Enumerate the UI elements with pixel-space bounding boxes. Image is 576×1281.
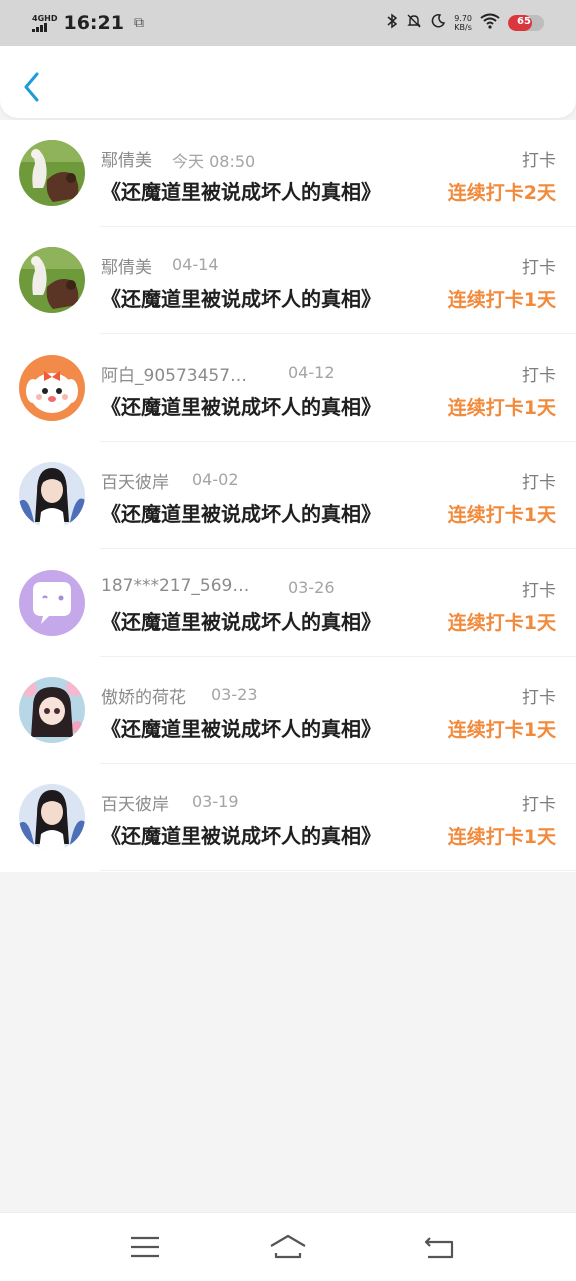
moon-icon <box>430 13 446 33</box>
network-speed: 9.70 KB/s <box>454 14 472 32</box>
user-name[interactable]: 鄢倩美 <box>101 146 152 171</box>
avatar[interactable] <box>19 140 85 206</box>
streak-badge: 连续打卡1天 <box>447 611 556 634</box>
checkin-action-label: 打卡 <box>522 473 556 494</box>
book-title: 《还魔道里被说成坏人的真相》 <box>101 180 381 204</box>
checkin-action-label: 打卡 <box>522 365 556 386</box>
checkin-date: 今天 08:50 <box>172 152 256 171</box>
system-nav-bar <box>0 1212 576 1281</box>
avatar[interactable] <box>19 247 85 314</box>
list-item[interactable]: 187***217_569… 03-26 《还魔道里被说成坏人的真相》 打卡连续打卡1… <box>0 550 576 657</box>
book-title: 《还魔道里被说成坏人的真相》 <box>101 609 381 634</box>
list-item[interactable]: 傲娇的荷花 03-23 《还魔道里被说成坏人的真相》 打卡连续打卡1天 <box>0 657 576 764</box>
user-name[interactable]: 187***217_569… <box>101 576 249 596</box>
user-name[interactable]: 傲娇的荷花 <box>101 683 186 708</box>
checkin-date: 04-02 <box>192 470 239 490</box>
checkin-list: 鄢倩美 今天 08:50 《还魔道里被说成坏人的真相》 打卡 连续打卡2天 鄢倩美 04-1… <box>0 120 576 872</box>
battery-level: 65 <box>517 16 531 27</box>
home-icon[interactable] <box>268 1233 308 1263</box>
book-title: 《还魔道里被说成坏人的真相》 <box>101 717 381 741</box>
checkin-date: 03-26 <box>288 577 335 597</box>
speed-value: 9.70 <box>454 14 472 23</box>
user-name[interactable]: 百天彼岸 <box>101 468 169 493</box>
book-title: 《还魔道里被说成坏人的真相》 <box>101 824 381 849</box>
user-name[interactable]: 鄢倩美 <box>101 253 152 278</box>
checkin-date: 04-14 <box>172 255 219 275</box>
streak-badge: 连续打卡1天 <box>447 289 556 312</box>
wifi-icon <box>480 13 500 33</box>
list-item[interactable]: 鄢倩美 今天 08:50 《还魔道里被说成坏人的真相》 打卡连续打卡2天 <box>0 120 576 227</box>
checkin-action-label: 打卡 <box>522 151 556 171</box>
avatar[interactable] <box>19 784 85 851</box>
user-name[interactable]: 百天彼岸 <box>101 790 169 815</box>
mute-icon <box>406 13 422 33</box>
streak-badge: 连续打卡1天 <box>447 504 556 527</box>
book-title: 《还魔道里被说成坏人的真相》 <box>101 394 381 419</box>
user-name[interactable]: 阿白_90573457… <box>101 361 247 386</box>
checkin-action-label: 打卡 <box>522 258 556 279</box>
speed-unit: KB/s <box>454 23 472 32</box>
list-item[interactable]: 百天彼岸 03-19 《还魔道里被说成坏人的真相》 打卡连续打卡1天 <box>0 764 576 872</box>
signal-indicator: 4GHD <box>32 13 58 32</box>
avatar[interactable] <box>19 462 85 529</box>
streak-badge: 连续打卡2天 <box>447 182 556 204</box>
chevron-left-icon[interactable] <box>22 72 42 102</box>
list-item[interactable]: 鄢倩美 04-14 《还魔道里被说成坏人的真相》 打卡连续打卡1天 <box>0 227 576 335</box>
book-title: 《还魔道里被说成坏人的真相》 <box>101 287 381 312</box>
checkin-date: 04-12 <box>288 362 335 382</box>
list-item[interactable]: 阿白_90573457… 04-12 《还魔道里被说成坏人的真相》 打卡连续打卡1天 <box>0 335 576 442</box>
menu-icon[interactable] <box>125 1233 165 1263</box>
network-type: 4GHD <box>32 13 58 23</box>
top-app-bar <box>0 46 576 118</box>
avatar[interactable] <box>19 677 85 743</box>
streak-badge: 连续打卡1天 <box>447 719 556 741</box>
checkin-date: 03-23 <box>211 685 258 704</box>
back-nav-icon[interactable] <box>420 1233 460 1263</box>
list-item[interactable]: 百天彼岸 04-02 《还魔道里被说成坏人的真相》 打卡连续打卡1天 <box>0 442 576 550</box>
book-title: 《还魔道里被说成坏人的真相》 <box>101 502 381 527</box>
status-bar: 4GHD 16:21 ⧉ 9.70 KB/s 65 <box>0 0 576 46</box>
avatar[interactable] <box>19 354 85 421</box>
screenshot-icon: ⧉ <box>133 15 144 31</box>
checkin-action-label: 打卡 <box>522 580 556 601</box>
divider <box>100 870 576 872</box>
bluetooth-icon <box>386 13 398 33</box>
checkin-action-label: 打卡 <box>522 795 556 816</box>
signal-icon <box>32 22 47 32</box>
battery-icon: 65 <box>508 15 544 31</box>
avatar[interactable] <box>19 569 85 636</box>
streak-badge: 连续打卡1天 <box>447 396 556 419</box>
checkin-action-label: 打卡 <box>522 688 556 708</box>
checkin-date: 03-19 <box>192 792 239 812</box>
clock: 16:21 <box>63 12 124 34</box>
streak-badge: 连续打卡1天 <box>447 826 556 849</box>
